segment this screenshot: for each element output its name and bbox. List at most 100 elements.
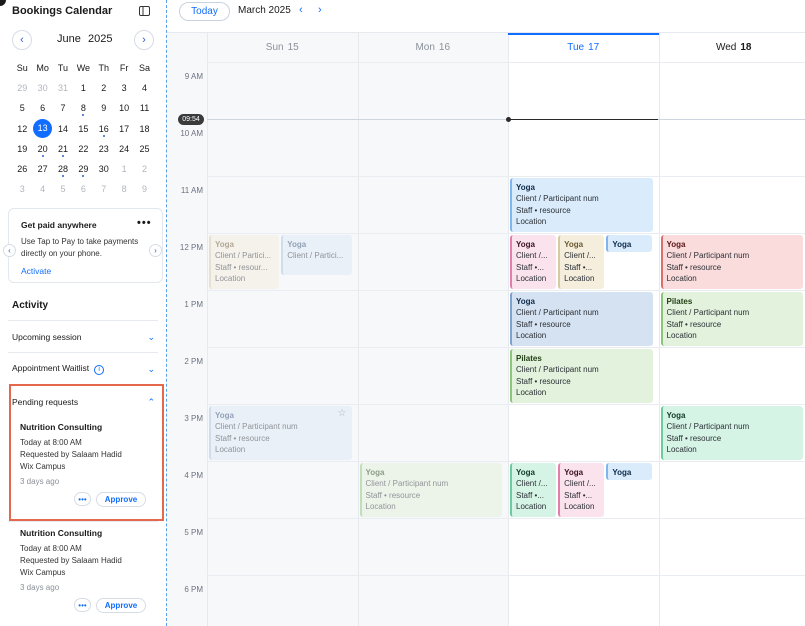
mini-day[interactable]: 7 [53, 103, 73, 113]
calendar-event[interactable]: Yoga Client /... Staff •... Location [510, 463, 557, 517]
promo-more-icon[interactable]: ••• [137, 217, 152, 229]
mini-day-selected[interactable]: 13 [32, 119, 53, 139]
booking-indicator-dot [61, 175, 64, 178]
activate-link[interactable]: Activate [21, 266, 51, 276]
approve-button[interactable]: Approve [96, 598, 146, 613]
mini-day[interactable]: 24 [114, 144, 134, 154]
mini-day[interactable]: 8 [73, 103, 93, 117]
approve-button[interactable]: Approve [96, 492, 146, 507]
calendar-event[interactable]: Yoga Client /... Staff •... Location [510, 235, 557, 289]
day-column[interactable] [357, 33, 508, 626]
mini-year-label[interactable]: 2025 [88, 33, 112, 45]
upcoming-session-toggle[interactable]: Upcoming session ⌄ [12, 327, 155, 347]
mini-day[interactable]: 4 [32, 184, 52, 194]
mini-day[interactable]: 2 [134, 164, 154, 174]
mini-day-number: 6 [80, 184, 86, 195]
mini-day-number: 20 [37, 143, 48, 154]
mini-day[interactable]: 26 [12, 164, 32, 174]
mini-day[interactable]: 17 [114, 124, 134, 134]
pending-requests-toggle[interactable]: Pending requests ⌃ [12, 392, 155, 412]
event-client: Client / Participant num [666, 308, 750, 318]
mini-day[interactable]: 2 [94, 83, 114, 93]
panel-handle[interactable] [0, 0, 6, 6]
calendar-event[interactable]: Yoga Client /... Staff •... Location [558, 235, 605, 289]
mini-day[interactable]: 9 [94, 103, 114, 113]
promo-prev-button[interactable]: ‹ [3, 244, 16, 257]
mini-day[interactable]: 29 [73, 164, 93, 178]
calendar-event[interactable]: Yoga Client / Participant num Staff • reso… [359, 463, 502, 517]
mini-day[interactable]: 31 [53, 83, 73, 93]
hour-label: 6 PM [184, 585, 203, 594]
prev-week-button[interactable]: ‹ [299, 4, 303, 16]
mini-day[interactable]: 1 [114, 164, 134, 174]
event-location: Location [666, 445, 697, 455]
calendar-event[interactable]: Yoga Client / Participant num Staff • reso… [660, 406, 803, 460]
calendar-event[interactable]: Yoga [606, 463, 653, 480]
info-icon[interactable]: i [94, 364, 105, 375]
mini-day[interactable]: 7 [94, 184, 114, 194]
mini-day[interactable]: 15 [73, 124, 93, 134]
mini-day[interactable]: 30 [94, 164, 114, 174]
mini-calendar-grid: Su Mo Tu We Th Fr Sa 29 30 31 1 2 3 4 5 6 7 8 9 10 11 12 13 14 1… [12, 58, 155, 199]
activity-heading: Activity [12, 300, 49, 311]
mini-day[interactable]: 3 [12, 184, 32, 194]
mini-day[interactable]: 27 [32, 164, 52, 174]
mini-day[interactable]: 6 [73, 184, 93, 194]
star-icon[interactable]: ☆ [338, 408, 347, 419]
mini-day[interactable]: 14 [53, 124, 73, 134]
mini-day[interactable]: 12 [12, 124, 32, 134]
mini-month-label[interactable]: June [57, 33, 81, 45]
mini-next-month-button[interactable]: › [134, 30, 154, 50]
mini-day[interactable]: 11 [134, 103, 154, 113]
mini-day[interactable]: 22 [73, 144, 93, 154]
mini-day[interactable]: 21 [53, 144, 73, 157]
mini-day[interactable]: 29 [12, 83, 32, 93]
day-column[interactable] [207, 33, 358, 626]
weekday-header: Su Mo Tu We Th Fr Sa [12, 58, 155, 78]
calendar-event[interactable]: Pilates Client / Participant num Staff • r… [660, 292, 803, 346]
mini-week-row: 5 6 7 8 9 10 11 [12, 98, 155, 118]
collapse-sidebar-button[interactable] [135, 3, 153, 19]
mini-day[interactable]: 18 [134, 124, 154, 134]
mini-day[interactable]: 5 [53, 184, 73, 194]
calendar-event[interactable]: Yoga [606, 235, 653, 252]
mini-day[interactable]: 25 [134, 144, 154, 154]
promo-next-button[interactable]: › [149, 244, 162, 257]
mini-day[interactable]: 4 [134, 83, 154, 93]
request-more-button[interactable]: ••• [74, 598, 91, 612]
calendar-event[interactable]: Yoga Client / Participant num Staff • reso… [510, 292, 653, 346]
mini-day[interactable]: 5 [12, 103, 32, 113]
mini-day[interactable]: 1 [73, 83, 93, 93]
day-header[interactable]: Mon 16 [358, 34, 509, 61]
calendar-event[interactable]: Pilates Client / Participant num Staff • r… [510, 349, 653, 403]
appointment-waitlist-toggle[interactable]: Appointment Waitlist i ⌄ [12, 359, 155, 379]
day-header[interactable]: Sun 15 [207, 34, 358, 61]
mini-day-number: 8 [80, 103, 86, 114]
hour-gridline [207, 461, 805, 462]
mini-day[interactable]: 10 [114, 103, 134, 113]
mini-day-number: 5 [60, 184, 66, 195]
day-header[interactable]: Wed 18 [659, 34, 805, 61]
calendar-event[interactable]: Yoga Client / Participant num Staff • reso… [660, 235, 803, 289]
request-more-button[interactable]: ••• [74, 492, 91, 506]
calendar-event[interactable]: Yoga Client / Participant num Staff • reso… [209, 406, 352, 460]
day-header[interactable]: Tue 17 [508, 33, 659, 60]
mini-day[interactable]: 19 [12, 144, 32, 154]
calendar-event[interactable]: Yoga Client / Partici... [281, 235, 352, 275]
mini-day[interactable]: 8 [114, 184, 134, 194]
mini-day[interactable]: 3 [114, 83, 134, 93]
mini-day[interactable]: 16 [94, 124, 114, 137]
mini-prev-month-button[interactable]: ‹ [12, 30, 32, 50]
next-week-button[interactable]: › [318, 4, 322, 16]
calendar-event[interactable]: Yoga Client /... Staff •... Location [558, 463, 605, 517]
mini-day[interactable]: 28 [53, 164, 73, 178]
mini-week-row: 26 27 28 29 30 1 2 [12, 159, 155, 179]
calendar-event[interactable]: Yoga Client / Participant num Staff • reso… [510, 178, 653, 232]
mini-day[interactable]: 23 [94, 144, 114, 154]
today-button[interactable]: Today [179, 2, 230, 21]
calendar-event[interactable]: Yoga Client / Partici... Staff • resour...… [209, 235, 280, 289]
mini-day[interactable]: 6 [32, 103, 52, 113]
mini-day[interactable]: 20 [32, 143, 52, 157]
mini-day[interactable]: 30 [32, 83, 52, 93]
mini-day[interactable]: 9 [134, 184, 154, 194]
